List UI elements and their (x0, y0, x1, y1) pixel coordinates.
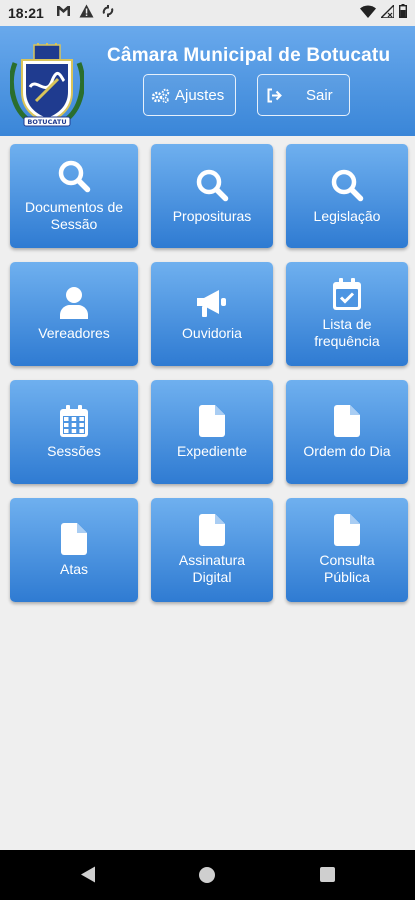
signal-icon (381, 4, 394, 18)
tile-assinatura-digital[interactable]: Assinatura Digital (151, 498, 273, 602)
document-icon (199, 514, 225, 546)
tile-label: Ordem do Dia (303, 442, 391, 459)
battery-icon (399, 4, 407, 18)
search-icon (196, 169, 229, 201)
tile-ordem-do-dia[interactable]: Ordem do Dia (286, 380, 408, 484)
gmail-icon (57, 6, 70, 16)
svg-text:BOTUCATU: BOTUCATU (27, 118, 66, 126)
android-nav-bar (0, 850, 415, 900)
tile-label: Atas (59, 560, 88, 577)
cogs-icon (151, 88, 170, 103)
status-bar: 18:21 (0, 0, 415, 26)
menu-grid: Documentos de Sessão Proposituras Legisl… (10, 144, 408, 602)
tile-label: Vereadores (38, 324, 110, 341)
search-icon (331, 169, 364, 201)
megaphone-icon (197, 289, 226, 317)
tile-lista-de-frequencia[interactable]: Lista de frequência (286, 262, 408, 366)
sign-out-icon (267, 88, 282, 102)
municipal-crest-logo: BOTUCATU (10, 43, 84, 127)
tile-ouvidoria[interactable]: Ouvidoria (151, 262, 273, 366)
document-icon (334, 514, 360, 546)
tile-proposituras[interactable]: Proposituras (151, 144, 273, 248)
tile-label: Consulta Pública (319, 552, 375, 585)
settings-button[interactable]: Ajustes (143, 74, 236, 116)
tile-label: Expediente (176, 442, 248, 459)
tile-label: Lista de frequência (314, 316, 380, 349)
tile-label: Assinatura Digital (178, 552, 246, 585)
tile-label: Documentos de Sessão (24, 199, 124, 232)
settings-button-label: Ajustes (175, 86, 225, 104)
status-time: 18:21 (8, 5, 44, 21)
wifi-icon (360, 5, 376, 18)
calendar-icon (60, 404, 88, 437)
tile-label: Legislação (313, 207, 381, 224)
warning-icon (79, 4, 94, 18)
tile-sessoes[interactable]: Sessões (10, 380, 138, 484)
tile-consulta-publica[interactable]: Consulta Pública (286, 498, 408, 602)
tile-expediente[interactable]: Expediente (151, 380, 273, 484)
sync-icon (102, 5, 114, 17)
recent-apps-icon[interactable] (320, 867, 335, 882)
home-icon[interactable] (199, 867, 215, 883)
app-header: BOTUCATU Câmara Municipal de Botucatu Aj… (0, 26, 415, 136)
back-icon[interactable] (80, 866, 96, 883)
user-icon (60, 286, 88, 319)
tile-legislacao[interactable]: Legislação (286, 144, 408, 248)
logout-button[interactable]: Sair (257, 74, 350, 116)
calendar-check-icon (333, 278, 361, 310)
tile-vereadores[interactable]: Vereadores (10, 262, 138, 366)
tile-atas[interactable]: Atas (10, 498, 138, 602)
tile-label: Proposituras (172, 207, 252, 224)
tile-label: Ouvidoria (182, 324, 242, 341)
document-icon (61, 522, 87, 555)
page-title: Câmara Municipal de Botucatu (107, 45, 391, 66)
tile-label: Sessões (47, 442, 101, 459)
document-icon (199, 404, 225, 437)
document-icon (334, 404, 360, 437)
logout-button-label: Sair (306, 86, 333, 104)
tile-documentos-de-sessao[interactable]: Documentos de Sessão (10, 144, 138, 248)
search-icon (58, 160, 91, 193)
